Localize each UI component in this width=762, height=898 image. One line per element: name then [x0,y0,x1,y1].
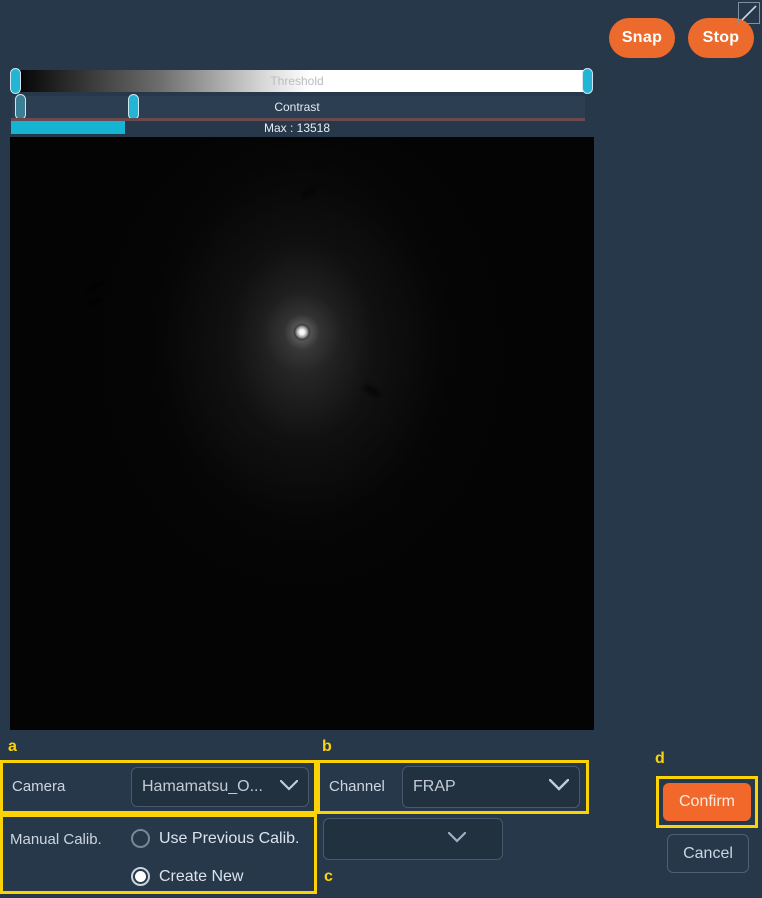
chevron-down-icon [448,830,466,848]
annotation-letter-d: d [655,751,665,767]
chevron-down-icon [280,778,298,796]
snap-button[interactable]: Snap [609,18,675,58]
radio-use-previous-label: Use Previous Calib. [159,830,300,848]
manual-calibration-label: Manual Calib. [10,831,102,848]
camera-live-preview[interactable] [10,137,594,730]
preview-artifact [361,382,382,399]
camera-group: Camera Hamamatsu_O... [3,763,314,811]
threshold-high-handle[interactable] [582,68,593,94]
contrast-low-handle[interactable] [15,94,26,120]
threshold-track[interactable] [12,70,585,92]
channel-dropdown[interactable]: FRAP [402,766,580,808]
max-intensity-bar: Max : 13518 [7,118,587,137]
channel-dropdown-value: FRAP [413,767,456,807]
resize-diagonal-icon[interactable] [738,2,760,24]
toolbar: Snap Stop [0,0,762,68]
radio-circle-selected-icon [131,867,150,886]
preview-artifact [300,184,319,200]
contrast-high-handle[interactable] [128,94,139,120]
camera-dropdown-value: Hamamatsu_O... [142,768,263,806]
contrast-track[interactable] [12,96,585,118]
camera-label: Camera [12,778,65,795]
channel-label: Channel [329,778,385,795]
annotation-letter-a: a [8,739,17,755]
threshold-low-handle[interactable] [10,68,21,94]
secondary-dropdown[interactable] [323,818,503,860]
radio-create-new-label: Create New [159,868,243,886]
radio-circle-icon [131,829,150,848]
camera-dropdown[interactable]: Hamamatsu_O... [131,767,309,807]
contrast-slider[interactable]: Contrast [7,96,587,118]
display-adjust-sliders: Threshold Contrast [7,70,587,122]
cancel-button[interactable]: Cancel [667,834,749,873]
annotation-letter-c: c [324,869,333,885]
channel-group: Channel FRAP [320,763,585,811]
manual-calibration-group: Manual Calib. Use Previous Calib. Create… [3,813,314,894]
radio-use-previous-calibration[interactable]: Use Previous Calib. [131,829,300,848]
confirm-button[interactable]: Confirm [663,783,751,821]
max-value-label: Max : 13518 [7,119,587,137]
threshold-slider[interactable]: Threshold [7,70,587,92]
annotation-letter-b: b [322,739,332,755]
preview-artifact [81,276,108,296]
preview-artifact [83,293,106,308]
radio-create-new[interactable]: Create New [131,867,243,886]
chevron-down-icon [549,778,569,796]
stop-button[interactable]: Stop [688,18,754,58]
